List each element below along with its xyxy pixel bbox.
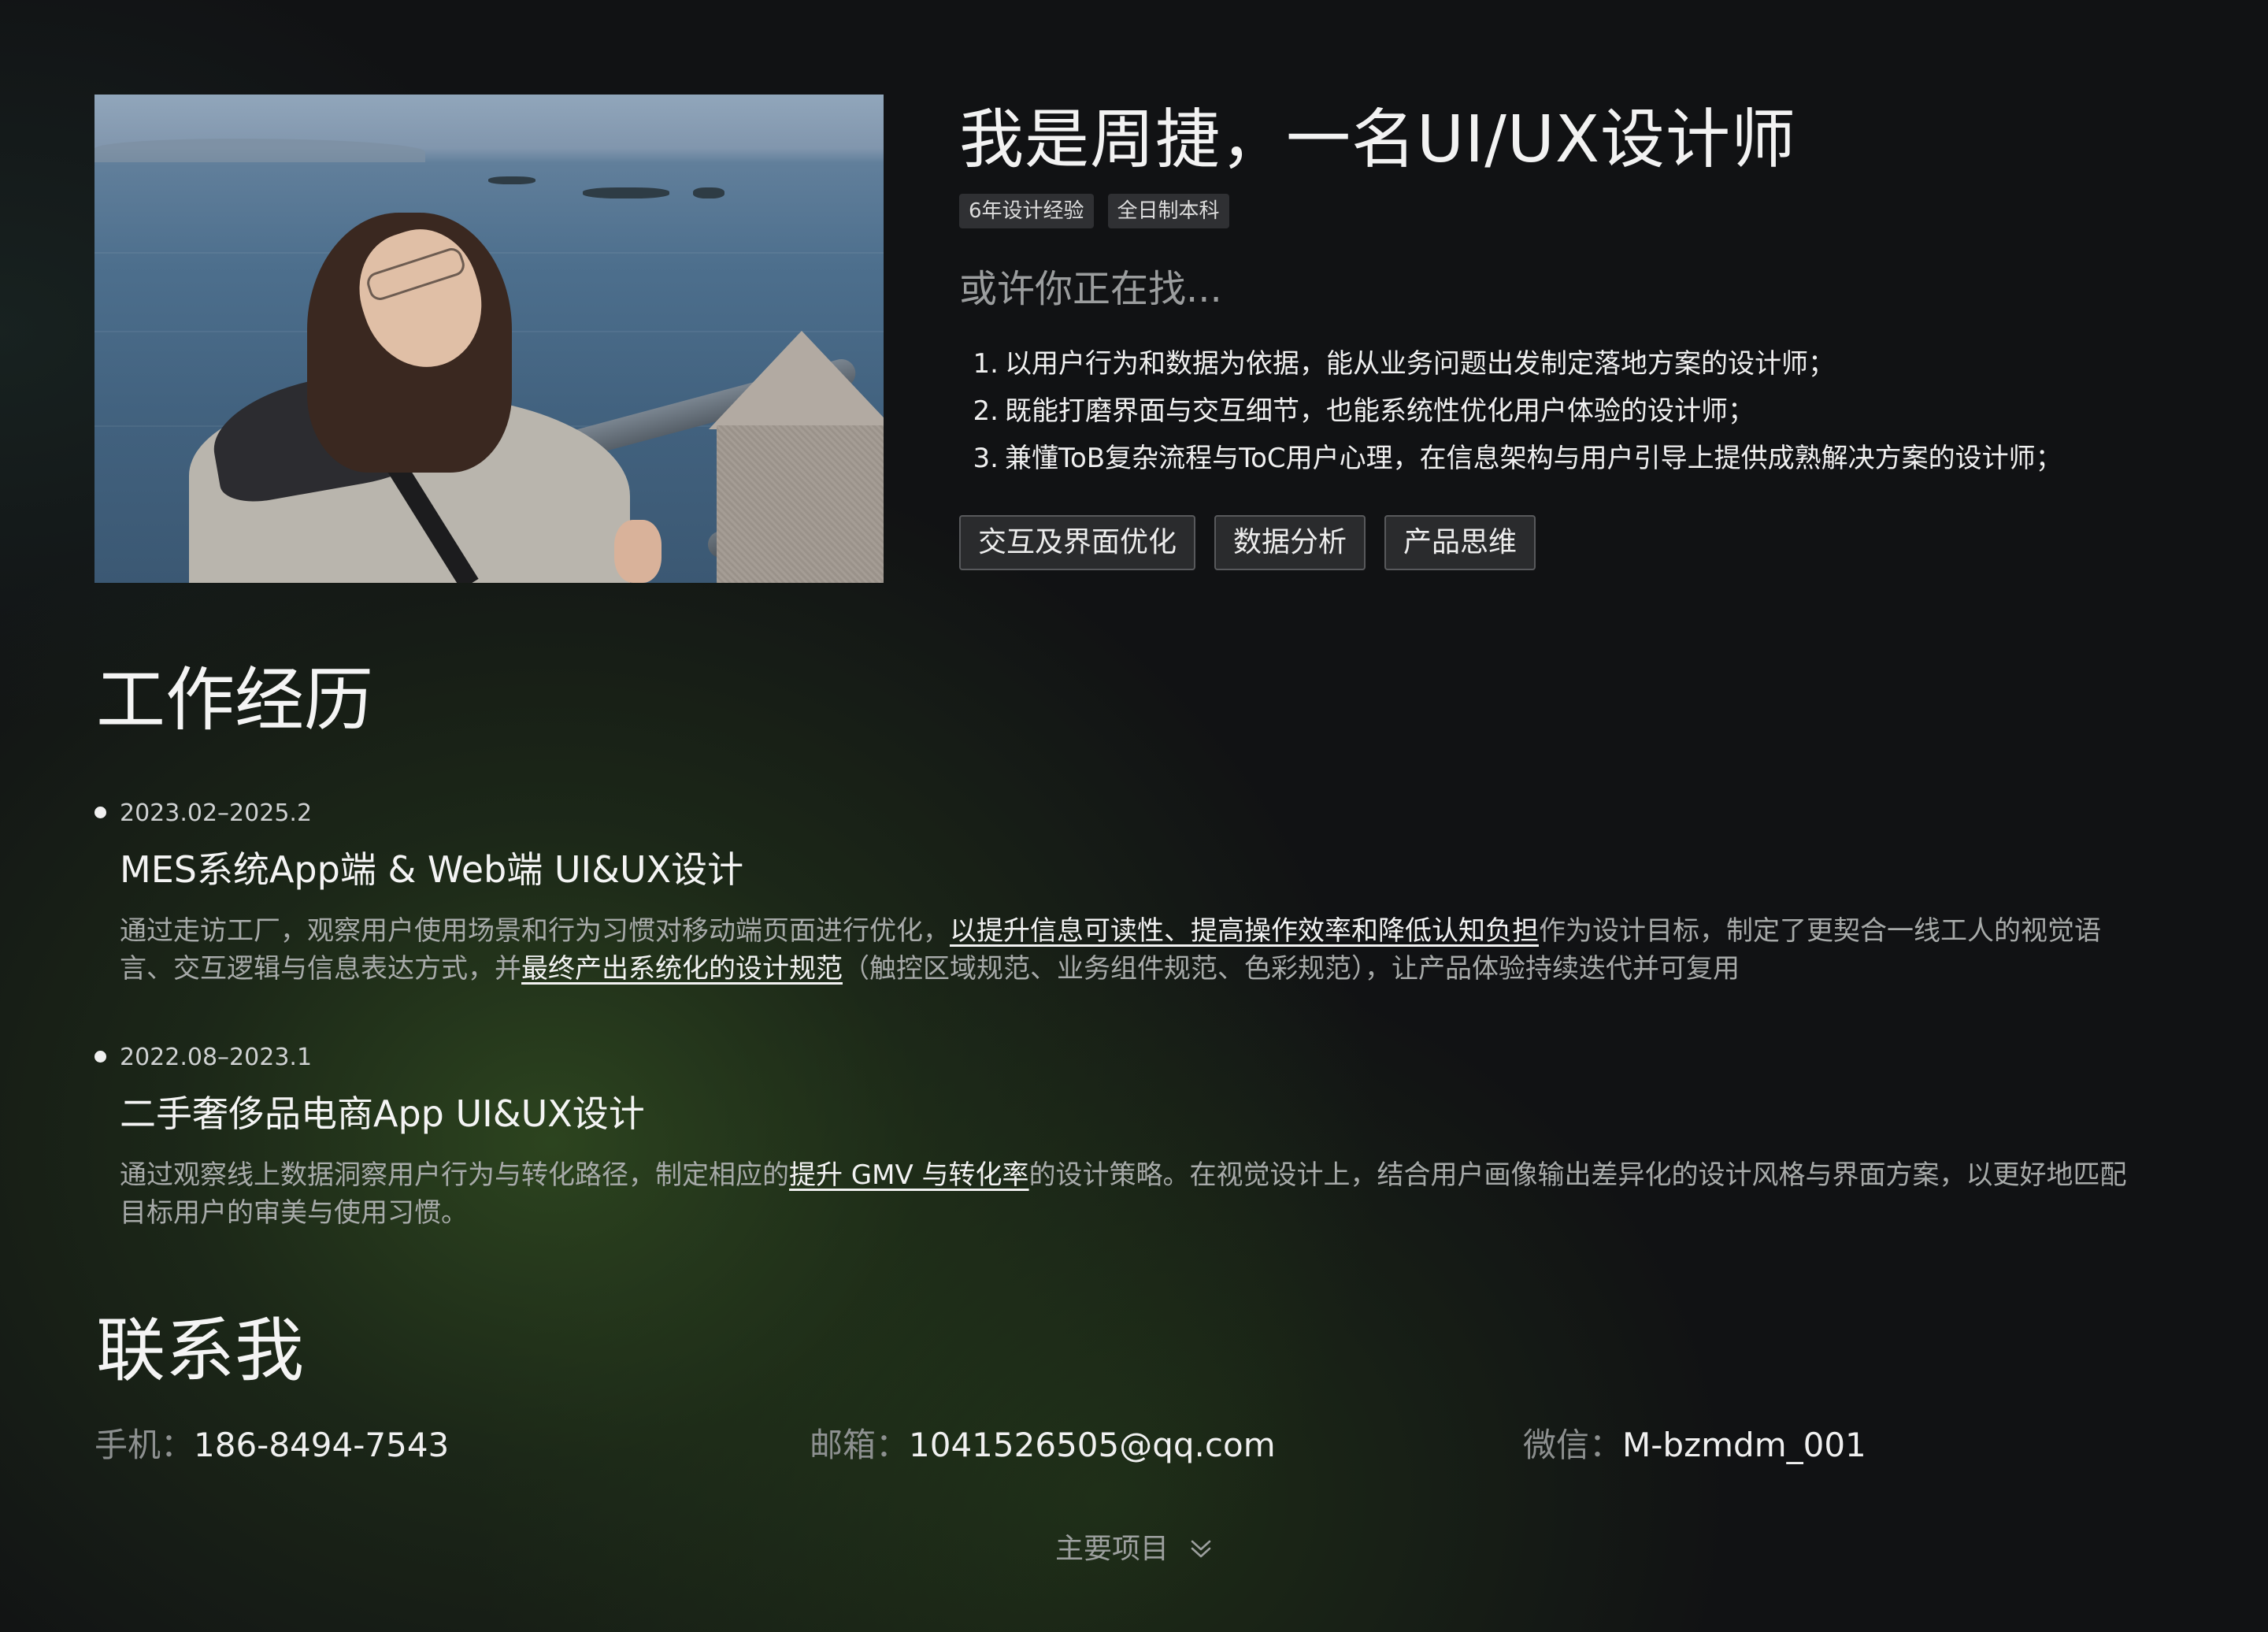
experience-period-row: 2023.02–2025.2	[94, 796, 2142, 832]
list-number: 2.	[973, 395, 999, 427]
experience-title: MES系统App端 & Web端 UI&UX设计	[120, 848, 744, 891]
contact-row: 手机：186-8494-7543 邮箱：1041526505@qq.com 微信…	[94, 1418, 2189, 1473]
list-number: 3.	[973, 443, 999, 474]
desc-highlight: 以提升信息可读性、提高操作效率和降低认知负担	[950, 915, 1539, 947]
experience-item: 2022.08–2023.1 二手奢侈品电商App UI&UX设计 通过观察线上…	[94, 1040, 2142, 1232]
contact-phone-label: 手机：	[94, 1426, 195, 1464]
contact-email-label: 邮箱：	[810, 1426, 910, 1464]
contact-wechat-value[interactable]: M-bzmdm_001	[1622, 1426, 1866, 1464]
experience-period: 2023.02–2025.2	[120, 799, 313, 827]
contact-email-value[interactable]: 1041526505@qq.com	[909, 1426, 1276, 1464]
contact-phone-value[interactable]: 186-8494-7543	[194, 1426, 449, 1464]
main-projects-label: 主要项目	[1054, 1533, 1169, 1565]
photo-rock	[488, 176, 536, 184]
photo-pillar-top	[709, 331, 884, 429]
tag-education: 全日制本科	[1107, 194, 1229, 228]
intro-subtitle: 或许你正在找...	[959, 267, 1222, 311]
experience-description: 通过观察线上数据洞察用户行为与转化路径，制定相应的提升 GMV 与转化率的设计策…	[120, 1156, 2151, 1232]
list-text: 以用户行为和数据为依据，能从业务问题出发制定落地方案的设计师；	[1005, 348, 1835, 380]
timeline-dot	[94, 1051, 106, 1063]
skill-data-analysis-button[interactable]: 数据分析	[1214, 515, 1366, 570]
list-text: 兼懂ToB复杂流程与ToC用户心理，在信息架构与用户引导上提供成熟解决方案的设计…	[1005, 443, 2062, 474]
desc-text: 通过走访工厂，观察用户使用场景和行为习惯对移动端页面进行优化，	[120, 915, 950, 947]
timeline-dot	[94, 807, 106, 818]
profile-tags: 6年设计经验 全日制本科	[959, 194, 2203, 228]
desc-highlight: 最终产出系统化的设计规范	[521, 953, 843, 985]
needs-list-item: 1. 以用户行为和数据为依据，能从业务问题出发制定落地方案的设计师；	[959, 340, 2203, 388]
needs-list: 1. 以用户行为和数据为依据，能从业务问题出发制定落地方案的设计师； 2. 既能打磨…	[959, 340, 2203, 482]
experience-item: 2023.02–2025.2 MES系统App端 & Web端 UI&UX设计 …	[94, 796, 2142, 988]
photo-rock	[583, 187, 669, 198]
contact-wechat: 微信：M-bzmdm_001	[1523, 1418, 1866, 1473]
photo-pillar	[717, 425, 884, 583]
experience-period-row: 2022.08–2023.1	[94, 1040, 2142, 1076]
desc-text: 通过观察线上数据洞察用户行为与转化路径，制定相应的	[120, 1159, 789, 1191]
page-headline: 我是周捷，一名UI/UX设计师	[959, 102, 1797, 177]
double-chevron-down-icon	[1191, 1540, 1211, 1558]
experience-heading: 工作经历	[96, 659, 374, 740]
needs-list-item: 2. 既能打磨界面与交互细节，也能系统性优化用户体验的设计师；	[959, 388, 2203, 435]
skill-product-thinking-button[interactable]: 产品思维	[1384, 515, 1536, 570]
main-projects-scroll-link[interactable]: 主要项目	[0, 1530, 2268, 1569]
intro-section: 我是周捷，一名UI/UX设计师 6年设计经验 全日制本科 或许你正在找... 1…	[959, 93, 2203, 570]
needs-list-item: 3. 兼懂ToB复杂流程与ToC用户心理，在信息架构与用户引导上提供成熟解决方案的…	[959, 435, 2203, 482]
list-number: 1.	[973, 348, 999, 380]
contact-phone: 手机：186-8494-7543	[94, 1418, 449, 1473]
photo-person-hand	[614, 520, 662, 583]
list-text: 既能打磨界面与交互细节，也能系统性优化用户体验的设计师；	[1005, 395, 1755, 427]
desc-highlight: 提升 GMV 与转化率	[789, 1159, 1029, 1191]
experience-period: 2022.08–2023.1	[120, 1044, 313, 1071]
contact-wechat-label: 微信：	[1523, 1426, 1623, 1464]
desc-text: （触控区域规范、业务组件规范、色彩规范），让产品体验持续迭代并可复用	[843, 953, 1740, 985]
contact-email: 邮箱：1041526505@qq.com	[810, 1418, 1276, 1473]
experience-description: 通过走访工厂，观察用户使用场景和行为习惯对移动端页面进行优化，以提升信息可读性、…	[120, 912, 2151, 988]
photo-mountain	[94, 139, 425, 162]
tag-experience: 6年设计经验	[959, 194, 1094, 228]
skill-buttons: 交互及界面优化 数据分析 产品思维	[959, 515, 2203, 570]
skill-interaction-ui-button[interactable]: 交互及界面优化	[959, 515, 1196, 570]
contact-heading: 联系我	[96, 1310, 305, 1391]
experience-title: 二手奢侈品电商App UI&UX设计	[120, 1092, 645, 1135]
profile-photo	[94, 95, 884, 583]
photo-rock	[693, 187, 724, 198]
